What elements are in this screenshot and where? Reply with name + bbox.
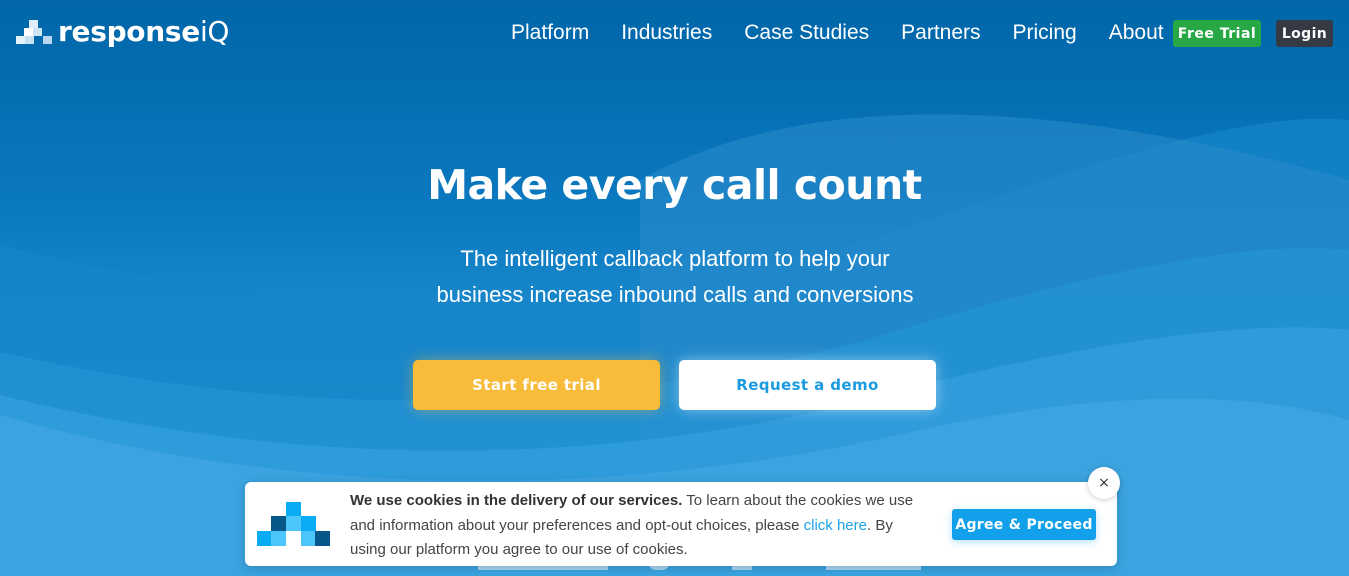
site-header: responseiQ Platform Industries Case Stud… bbox=[0, 0, 1349, 68]
request-demo-button[interactable]: Request a demo bbox=[679, 360, 936, 410]
logo-text: responseiQ bbox=[58, 15, 230, 48]
hero-subtitle: The intelligent callback platform to hel… bbox=[436, 246, 914, 307]
agree-proceed-button[interactable]: Agree & Proceed bbox=[952, 509, 1096, 540]
cookie-message: We use cookies in the delivery of our se… bbox=[350, 492, 914, 558]
main-nav: Platform Industries Case Studies Partner… bbox=[511, 20, 1196, 46]
login-button[interactable]: Login bbox=[1276, 20, 1333, 47]
nav-item-about[interactable]: About bbox=[1109, 20, 1164, 46]
logo[interactable]: responseiQ bbox=[16, 18, 229, 46]
logo-mark-icon bbox=[16, 20, 52, 44]
free-trial-button[interactable]: Free Trial bbox=[1173, 20, 1261, 47]
partner-logo bbox=[478, 566, 608, 570]
nav-item-case-studies[interactable]: Case Studies bbox=[744, 20, 869, 46]
nav-item-partners[interactable]: Partners bbox=[901, 20, 980, 46]
nav-item-platform[interactable]: Platform bbox=[511, 20, 589, 46]
cookie-policy-link[interactable]: click here bbox=[804, 517, 867, 534]
start-free-trial-button[interactable]: Start free trial bbox=[413, 360, 660, 410]
hero-title: Make every call count bbox=[427, 161, 922, 209]
close-icon[interactable]: × bbox=[1088, 467, 1120, 499]
cookie-message-bold: We use cookies in the delivery of our se… bbox=[350, 492, 683, 509]
cookie-logo-icon bbox=[257, 502, 331, 546]
partner-logo bbox=[732, 566, 752, 570]
cookie-banner: We use cookies in the delivery of our se… bbox=[245, 482, 1117, 566]
nav-item-pricing[interactable]: Pricing bbox=[1013, 20, 1077, 46]
nav-item-industries[interactable]: Industries bbox=[621, 20, 712, 46]
